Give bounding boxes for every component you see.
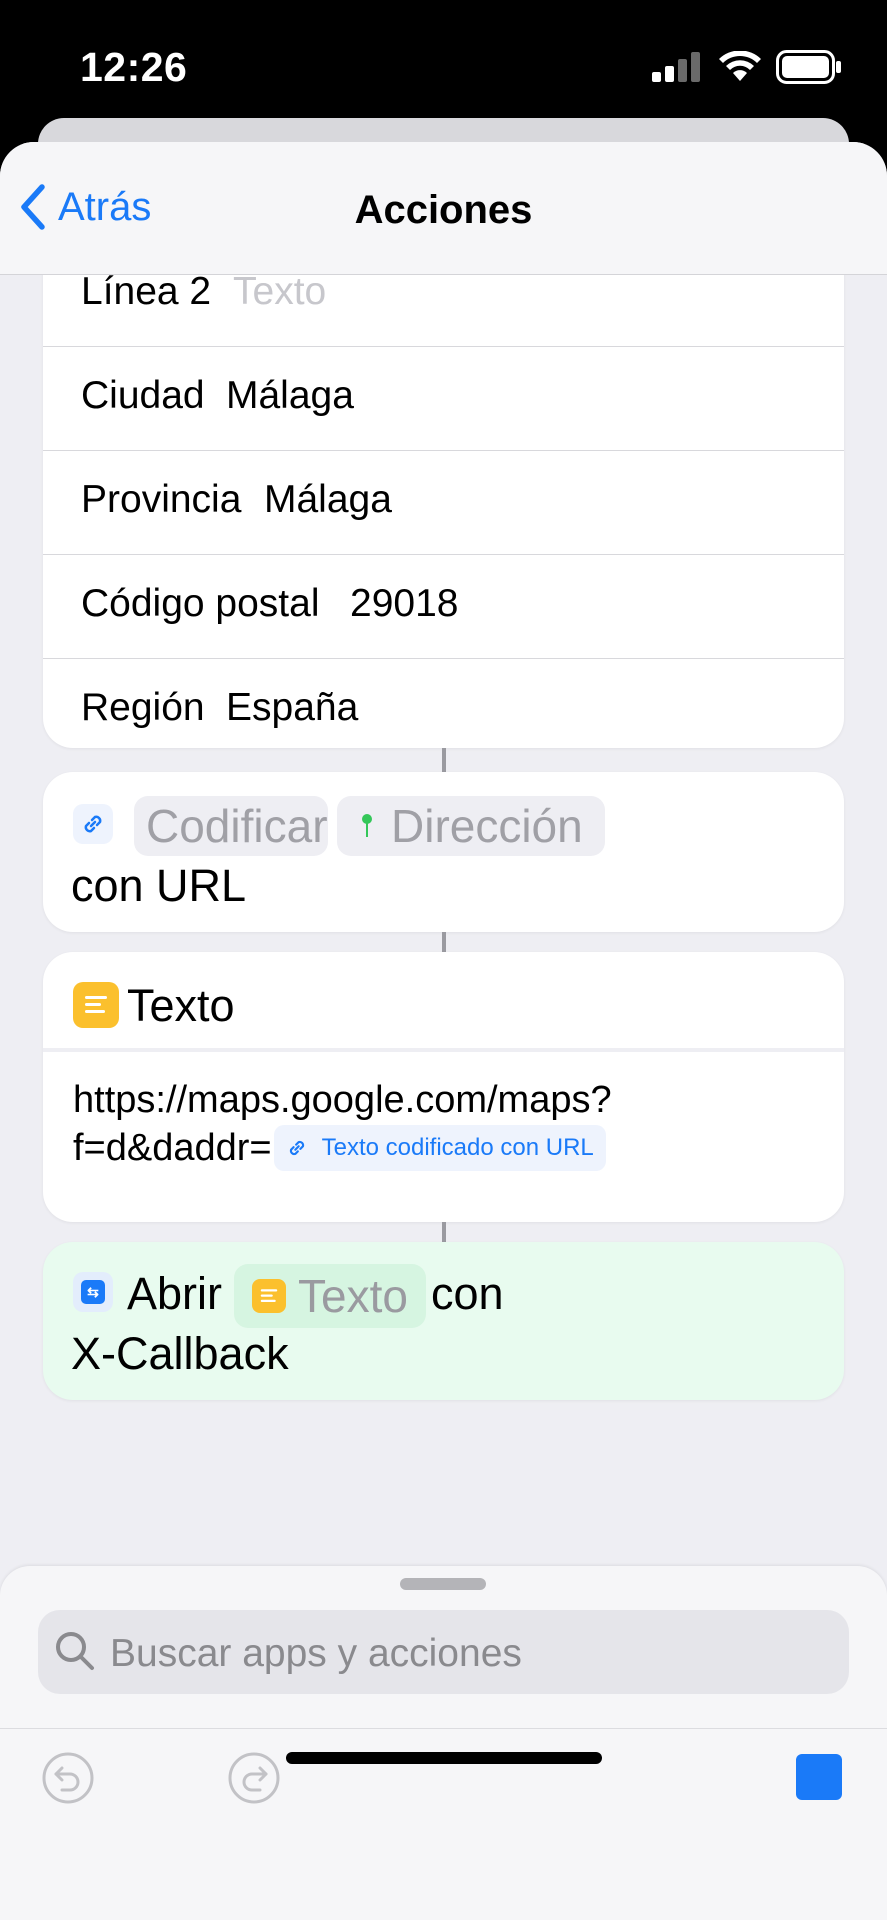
address-card: Línea 2 Texto Ciudad Málaga Provincia Má… — [43, 272, 844, 748]
actions-drawer: Buscar apps y acciones — [0, 1566, 887, 1920]
xcallback-icon: ⇆ — [73, 1272, 113, 1312]
home-indicator — [286, 1752, 602, 1764]
encoded-text-variable-chip[interactable]: Texto codificado con URL — [273, 1125, 606, 1171]
chip-label: Texto — [298, 1270, 408, 1322]
chip-label: Dirección — [391, 800, 583, 852]
address-variable-chip[interactable]: Dirección — [337, 796, 605, 856]
text-body[interactable]: https://maps.google.com/maps? f=d&daddr=… — [73, 1076, 612, 1172]
address-row-label: Código postal — [81, 582, 320, 625]
address-row-value[interactable]: España — [226, 686, 358, 730]
link-icon — [73, 804, 113, 844]
text-body-line: f=d&daddr= — [73, 1127, 272, 1169]
action-suffix: X-Callback — [71, 1328, 289, 1379]
page-title: Acciones — [354, 188, 533, 232]
link-icon — [289, 1140, 304, 1156]
flow-connector — [442, 932, 446, 952]
action-title: Texto — [127, 980, 235, 1031]
text-body-line: https://maps.google.com/maps? — [73, 1079, 612, 1121]
address-row-label: Provincia — [81, 478, 242, 521]
actions-sheet: Atrás Acciones Línea 2 Texto Ciudad Mála… — [0, 142, 887, 1920]
action-suffix: con URL — [71, 860, 247, 911]
status-bar: 12:26 — [0, 0, 887, 120]
text-action-card[interactable]: Texto https://maps.google.com/maps? f=d&… — [43, 952, 844, 1222]
cellular-signal-icon — [652, 52, 700, 82]
flow-connector — [442, 748, 446, 772]
redo-icon — [228, 1752, 280, 1804]
stop-button[interactable] — [796, 1754, 842, 1800]
address-row-label: Línea 2 — [81, 272, 212, 313]
chip-label: Texto codificado con URL — [321, 1134, 594, 1161]
chip-label: Codificar — [146, 800, 328, 852]
address-row-postal-code[interactable]: Código postal 29018 — [43, 554, 844, 659]
address-row-label: Región — [81, 686, 205, 729]
drawer-grabber[interactable] — [400, 1578, 486, 1590]
address-row-value[interactable]: Texto — [233, 272, 326, 314]
action-verb: Abrir — [127, 1268, 223, 1319]
redo-button[interactable] — [228, 1752, 280, 1804]
search-input[interactable]: Buscar apps y acciones — [38, 1610, 849, 1694]
flow-connector — [442, 1222, 446, 1242]
divider — [43, 1048, 844, 1052]
status-icons — [652, 50, 842, 84]
address-row-value[interactable]: Málaga — [264, 478, 392, 522]
address-row-value[interactable]: Málaga — [226, 374, 354, 418]
address-row-city[interactable]: Ciudad Málaga — [43, 346, 844, 451]
search-placeholder: Buscar apps y acciones — [110, 1632, 522, 1675]
action-connector: con — [431, 1268, 504, 1319]
search-icon — [56, 1632, 94, 1670]
text-icon — [252, 1279, 286, 1313]
address-row-province[interactable]: Provincia Málaga — [43, 450, 844, 555]
status-time: 12:26 — [80, 44, 188, 90]
divider — [0, 1728, 887, 1729]
undo-icon — [42, 1752, 94, 1804]
xcallback-action-card[interactable]: ⇆ Abrir Texto con X-Callback — [43, 1242, 844, 1400]
undo-button[interactable] — [42, 1752, 94, 1804]
battery-icon — [776, 50, 841, 84]
wifi-icon — [719, 51, 761, 81]
url-encode-action-card[interactable]: Codificar Dirección con URL — [43, 772, 844, 932]
address-row-value[interactable]: 29018 — [350, 582, 458, 626]
address-row-label: Ciudad — [81, 374, 205, 417]
address-row-region[interactable]: Región España — [43, 658, 844, 748]
text-icon — [73, 982, 119, 1028]
text-variable-chip[interactable]: Texto — [234, 1264, 426, 1328]
address-row-line2[interactable]: Línea 2 Texto — [43, 272, 844, 347]
navigation-bar: Atrás Acciones — [0, 142, 887, 275]
encode-operation-chip[interactable]: Codificar — [134, 796, 328, 856]
map-pin-icon — [362, 814, 372, 837]
